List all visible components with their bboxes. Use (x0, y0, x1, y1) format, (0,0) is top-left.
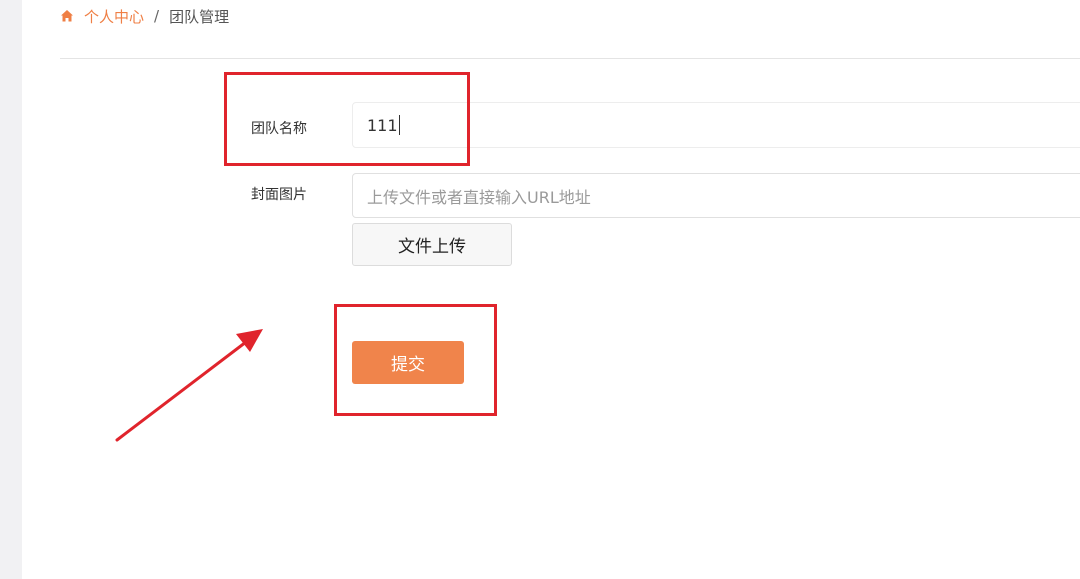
breadcrumb-separator: / (154, 7, 160, 25)
header-divider (60, 58, 1080, 59)
home-icon[interactable] (60, 9, 74, 23)
breadcrumb-parent-link[interactable]: 个人中心 (84, 6, 144, 27)
breadcrumb: 个人中心 / 团队管理 (60, 4, 229, 28)
cover-image-placeholder: 上传文件或者直接输入URL地址 (367, 187, 591, 207)
cover-image-url-input[interactable]: 上传文件或者直接输入URL地址 (352, 173, 1080, 218)
annotation-box-submit (334, 304, 497, 416)
annotation-arrow (115, 329, 263, 442)
left-sidebar-strip (0, 0, 22, 579)
annotation-box-team-name (224, 72, 470, 166)
cover-image-label: 封面图片 (251, 187, 307, 203)
breadcrumb-current: 团队管理 (169, 7, 230, 26)
file-upload-button[interactable]: 文件上传 (352, 223, 512, 266)
